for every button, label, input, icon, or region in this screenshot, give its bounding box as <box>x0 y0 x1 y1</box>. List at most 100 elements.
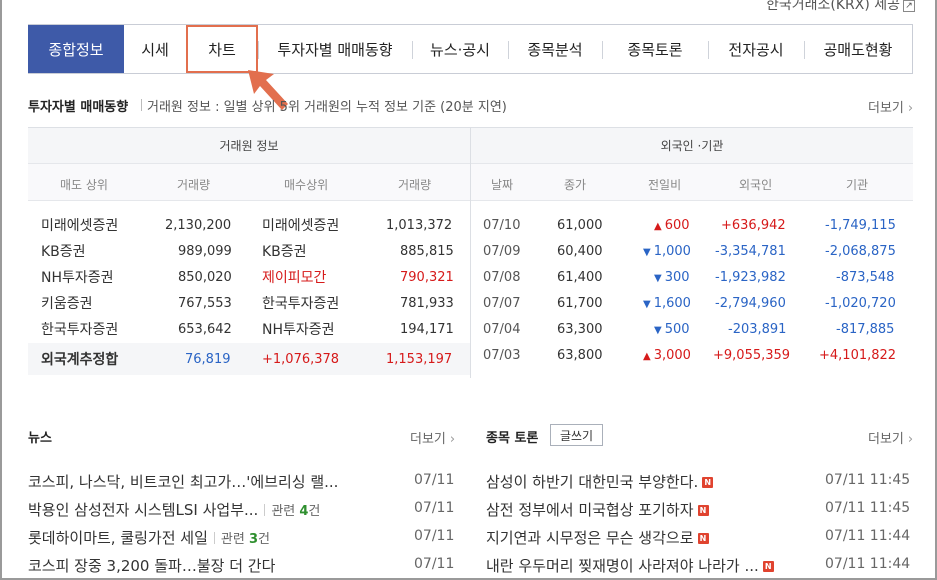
daily-institution: +4,101,822 <box>819 348 897 363</box>
related-count: 관련 3건 <box>220 532 270 547</box>
daily-institution: -1,749,115 <box>825 218 896 233</box>
news-section-title: 뉴스 <box>28 431 52 446</box>
down-arrow-icon: ▼ <box>654 273 662 284</box>
news-item[interactable]: 롯데하이마트, 쿨링가전 세일 관련 3건 <box>28 527 270 548</box>
broker-buy-volume: 885,815 <box>400 244 454 259</box>
main-tab-bar: 종합정보 시세 차트 투자자별 매매동향 뉴스·공시 종목분석 종목토론 전자공… <box>28 24 913 74</box>
summary-net: +1,076,378 <box>262 352 340 367</box>
board-date: 07/11 11:44 <box>825 528 911 544</box>
news-date: 07/11 <box>414 556 455 572</box>
broker-buy-name: KB증권 <box>262 244 307 260</box>
summary-buy: 1,153,197 <box>386 352 453 367</box>
broker-sell-name: 미래에셋증권 <box>41 218 119 234</box>
broker-sell-volume: 767,553 <box>178 296 232 311</box>
tab-news-disclosure[interactable]: 뉴스·공시 <box>412 25 508 73</box>
board-item[interactable]: 삼성이 하반기 대한민국 부양한다. N <box>486 471 714 492</box>
tab-e-disclosure[interactable]: 전자공시 <box>708 25 804 73</box>
new-badge-icon: N <box>697 533 709 544</box>
col-sell-top: 매도 상위 <box>60 178 108 192</box>
daily-change: 3,000 <box>653 348 691 363</box>
daily-date: 07/07 <box>483 296 521 311</box>
new-badge-icon: N <box>762 561 774 572</box>
new-badge-icon: N <box>697 505 709 516</box>
daily-institution: -817,885 <box>836 322 895 337</box>
daily-change: 600 <box>664 218 690 233</box>
broker-sell-volume: 989,099 <box>178 244 232 259</box>
daily-change: 1,000 <box>653 244 691 259</box>
new-badge-icon: N <box>702 477 714 488</box>
col-buy-volume: 거래량 <box>398 178 432 192</box>
daily-date: 07/03 <box>483 348 521 363</box>
write-post-button[interactable]: 글쓰기 <box>550 424 603 446</box>
daily-close: 63,300 <box>557 322 603 337</box>
investor-section-desc: 거래원 정보 : 일별 상위 5위 거래원의 누적 정보 기준 (20분 지연) <box>141 96 507 115</box>
table-divider <box>470 127 471 378</box>
broker-sell-name: KB증권 <box>41 244 86 260</box>
down-arrow-icon: ▼ <box>654 325 662 336</box>
col-sell-volume: 거래량 <box>177 178 211 192</box>
investor-more-link[interactable]: 더보기 <box>868 97 913 116</box>
tab-summary[interactable]: 종합정보 <box>28 25 124 73</box>
daily-institution: -1,020,720 <box>825 296 896 311</box>
news-date: 07/11 <box>414 472 455 488</box>
daily-foreign: -203,891 <box>728 322 787 337</box>
news-item[interactable]: 코스피, 나스닥, 비트코인 최고가…'에브리싱 랠... <box>28 471 338 492</box>
daily-institution: -873,548 <box>836 270 895 285</box>
daily-change: 300 <box>664 270 690 285</box>
broker-buy-name: 한국투자증권 <box>262 296 340 312</box>
daily-date: 07/08 <box>483 270 521 285</box>
daily-foreign: -2,794,960 <box>715 296 786 311</box>
broker-buy-volume: 781,933 <box>400 296 454 311</box>
daily-close: 61,400 <box>557 270 603 285</box>
krx-provider-link[interactable]: 한국거래소(KRX) 제공 ↗ <box>766 0 915 14</box>
broker-sell-name: 키움증권 <box>41 296 93 312</box>
board-more-link[interactable]: 더보기 <box>868 428 913 447</box>
foreign-inst-header: 외국인 ·기관 <box>471 127 913 164</box>
daily-foreign: -3,354,781 <box>715 244 786 259</box>
broker-sell-name: NH투자증권 <box>41 270 114 286</box>
broker-buy-volume: 790,321 <box>400 270 454 285</box>
col-close: 종가 <box>564 178 587 192</box>
col-date: 날짜 <box>491 178 514 192</box>
daily-close: 63,800 <box>557 348 603 363</box>
daily-close: 61,700 <box>557 296 603 311</box>
news-item[interactable]: 코스피 장중 3,200 돌파…불장 더 간다 <box>28 555 275 576</box>
board-item[interactable]: 지기연과 시무정은 무슨 생각으로 N <box>486 527 709 548</box>
board-section-title: 종목 토론 <box>486 431 539 446</box>
news-date: 07/11 <box>414 500 455 516</box>
broker-header: 거래원 정보 <box>28 127 470 164</box>
board-date: 07/11 11:45 <box>825 472 911 488</box>
daily-foreign: -1,923,982 <box>715 270 786 285</box>
board-item[interactable]: 내란 우두머리 찢재명이 사라져야 나라가 ... N <box>486 555 774 576</box>
tab-quote[interactable]: 시세 <box>124 25 186 73</box>
down-arrow-icon: ▼ <box>643 247 651 258</box>
up-arrow-icon: ▲ <box>643 351 651 362</box>
summary-sell: 76,819 <box>185 352 231 367</box>
broker-buy-name: NH투자증권 <box>262 322 335 338</box>
daily-date: 07/04 <box>483 322 521 337</box>
news-item[interactable]: 박용인 삼성전자 시스템LSI 사업부... 관련 4건 <box>28 499 320 520</box>
daily-close: 61,000 <box>557 218 603 233</box>
investor-table: 거래원 정보 외국인 ·기관 매도 상위 거래량 매수상위 거래량 날짜 종가 … <box>28 127 913 378</box>
daily-change: 1,600 <box>653 296 691 311</box>
tab-stock-analysis[interactable]: 종목분석 <box>508 25 602 73</box>
col-foreign: 외국인 <box>739 178 773 192</box>
col-buy-top: 매수상위 <box>284 178 329 192</box>
broker-buy-name: 제이피모간 <box>262 270 327 286</box>
investor-section-title: 투자자별 매매동향 <box>28 100 129 115</box>
tab-discussion[interactable]: 종목토론 <box>602 25 708 73</box>
board-item[interactable]: 삼전 정부에서 미국협상 포기하자 N <box>486 499 709 520</box>
col-institution: 기관 <box>846 178 869 192</box>
daily-foreign: +9,055,359 <box>713 348 791 363</box>
broker-buy-volume: 1,013,372 <box>386 218 453 233</box>
tab-short-selling[interactable]: 공매도현황 <box>804 25 912 73</box>
daily-change: 500 <box>664 322 690 337</box>
daily-institution: -2,068,875 <box>825 244 896 259</box>
daily-close: 60,400 <box>557 244 603 259</box>
broker-sell-volume: 2,130,200 <box>165 218 232 233</box>
news-date: 07/11 <box>414 528 455 544</box>
summary-label: 외국계추정합 <box>41 352 119 368</box>
up-arrow-icon: ▲ <box>654 221 662 232</box>
related-count: 관련 4건 <box>271 504 321 519</box>
news-more-link[interactable]: 더보기 <box>410 428 455 447</box>
